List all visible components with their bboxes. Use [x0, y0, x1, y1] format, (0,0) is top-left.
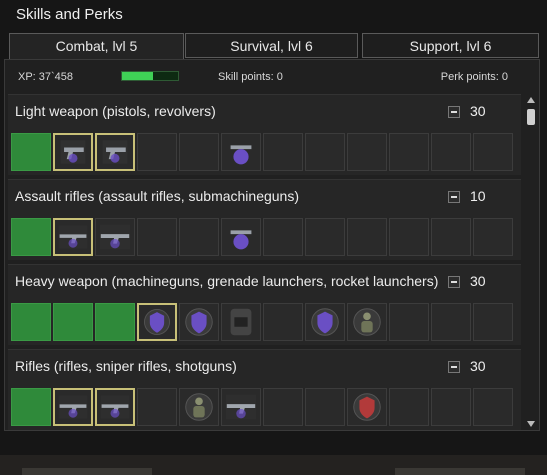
perk-slot-empty[interactable] — [137, 388, 177, 426]
xp-progress-fill — [122, 72, 153, 80]
perk-slot-unlocked[interactable] — [11, 388, 51, 426]
perk-points-label: Perk points: 0 — [440, 71, 508, 83]
perk-slot-empty[interactable] — [389, 388, 429, 426]
footer-button[interactable] — [395, 468, 525, 475]
perk-slot-empty[interactable] — [179, 218, 219, 256]
perk-slot[interactable] — [221, 133, 261, 171]
perk-slot[interactable] — [95, 388, 135, 426]
scroll-up-icon[interactable] — [527, 97, 535, 103]
perk-slot-empty[interactable] — [431, 388, 471, 426]
skill-level: 30 — [470, 103, 486, 119]
xp-progress-bar — [121, 71, 179, 81]
perk-slot-empty[interactable] — [473, 218, 513, 256]
perk-slot-empty[interactable] — [473, 303, 513, 341]
perk-slot-unlocked[interactable] — [95, 303, 135, 341]
perk-slot-empty[interactable] — [347, 218, 387, 256]
perk-slot-empty[interactable] — [431, 303, 471, 341]
perk-slots — [11, 133, 521, 171]
perk-slot[interactable] — [347, 303, 387, 341]
perk-slot[interactable] — [305, 303, 345, 341]
perk-slot-empty[interactable] — [305, 218, 345, 256]
skill-level: 30 — [470, 358, 486, 374]
perk-slot-unlocked[interactable] — [11, 303, 51, 341]
category-tabs: Combat, lvl 5 Survival, lvl 6 Support, l… — [7, 33, 539, 60]
footer-button[interactable] — [22, 468, 152, 475]
perk-slot-unlocked[interactable] — [11, 133, 51, 171]
xp-label: XP: 37`458 — [18, 71, 74, 83]
perk-slot-empty[interactable] — [263, 303, 303, 341]
perk-slot-empty[interactable] — [473, 388, 513, 426]
tab-survival[interactable]: Survival, lvl 6 — [185, 33, 358, 58]
perk-slot-unlocked[interactable] — [11, 218, 51, 256]
perk-slot[interactable] — [221, 388, 261, 426]
scroll-thumb[interactable] — [527, 109, 535, 125]
perk-slot[interactable] — [347, 388, 387, 426]
perk-slots — [11, 218, 521, 256]
scroll-down-icon[interactable] — [527, 421, 535, 427]
decrease-button[interactable] — [448, 191, 460, 203]
skill-row-rifles: Rifles (rifles, sniper rifles, shotguns)… — [8, 349, 521, 430]
perk-slot-empty[interactable] — [389, 133, 429, 171]
skill-name: Heavy weapon (machineguns, grenade launc… — [15, 273, 439, 289]
perk-slot-empty[interactable] — [473, 133, 513, 171]
skills-window: Skills and Perks Combat, lvl 5 Survival,… — [0, 0, 547, 456]
skill-name: Assault rifles (assault rifles, submachi… — [15, 188, 300, 204]
tab-combat[interactable]: Combat, lvl 5 — [9, 33, 184, 60]
skills-panel: XP: 37`458 Skill points: 0 Perk points: … — [4, 59, 540, 431]
skill-points-label: Skill points: 0 — [218, 71, 283, 83]
perk-slot[interactable] — [221, 218, 261, 256]
skill-level: 30 — [470, 273, 486, 289]
perk-slot[interactable] — [179, 388, 219, 426]
perk-slot-empty[interactable] — [137, 133, 177, 171]
perk-slot-empty[interactable] — [305, 388, 345, 426]
perk-slot-empty[interactable] — [431, 133, 471, 171]
perk-slot-empty[interactable] — [263, 133, 303, 171]
status-bar: XP: 37`458 Skill points: 0 Perk points: … — [5, 60, 539, 94]
skill-row-light-weapon: Light weapon (pistols, revolvers) 30 — [8, 94, 521, 175]
perk-slot[interactable] — [53, 388, 93, 426]
decrease-button[interactable] — [448, 106, 460, 118]
perk-slot-empty[interactable] — [347, 133, 387, 171]
scrollbar[interactable] — [525, 97, 537, 427]
skill-name: Light weapon (pistols, revolvers) — [15, 103, 216, 119]
perk-slot-unlocked[interactable] — [53, 303, 93, 341]
window-title: Skills and Perks — [16, 6, 123, 23]
skill-name: Rifles (rifles, sniper rifles, shotguns) — [15, 358, 237, 374]
perk-slot[interactable] — [95, 133, 135, 171]
perk-slot-empty[interactable] — [179, 133, 219, 171]
decrease-button[interactable] — [448, 361, 460, 373]
perk-slot-empty[interactable] — [305, 133, 345, 171]
footer-bar — [0, 455, 547, 475]
perk-slot[interactable] — [53, 133, 93, 171]
perk-slots — [11, 388, 521, 426]
tab-support[interactable]: Support, lvl 6 — [362, 33, 539, 58]
perk-slot[interactable] — [221, 303, 261, 341]
skill-row-assault-rifles: Assault rifles (assault rifles, submachi… — [8, 179, 521, 260]
perk-slot-empty[interactable] — [389, 303, 429, 341]
skill-row-heavy-weapon: Heavy weapon (machineguns, grenade launc… — [8, 264, 521, 345]
perk-slot[interactable] — [137, 303, 177, 341]
perk-slots — [11, 303, 521, 341]
decrease-button[interactable] — [448, 276, 460, 288]
perk-slot[interactable] — [179, 303, 219, 341]
perk-slot-empty[interactable] — [137, 218, 177, 256]
skill-list: Light weapon (pistols, revolvers) 30 Ass… — [8, 94, 521, 430]
perk-slot-empty[interactable] — [263, 388, 303, 426]
perk-slot[interactable] — [53, 218, 93, 256]
perk-slot-empty[interactable] — [389, 218, 429, 256]
perk-slot-empty[interactable] — [263, 218, 303, 256]
perk-slot-empty[interactable] — [431, 218, 471, 256]
perk-slot[interactable] — [95, 218, 135, 256]
skill-level: 10 — [470, 188, 486, 204]
